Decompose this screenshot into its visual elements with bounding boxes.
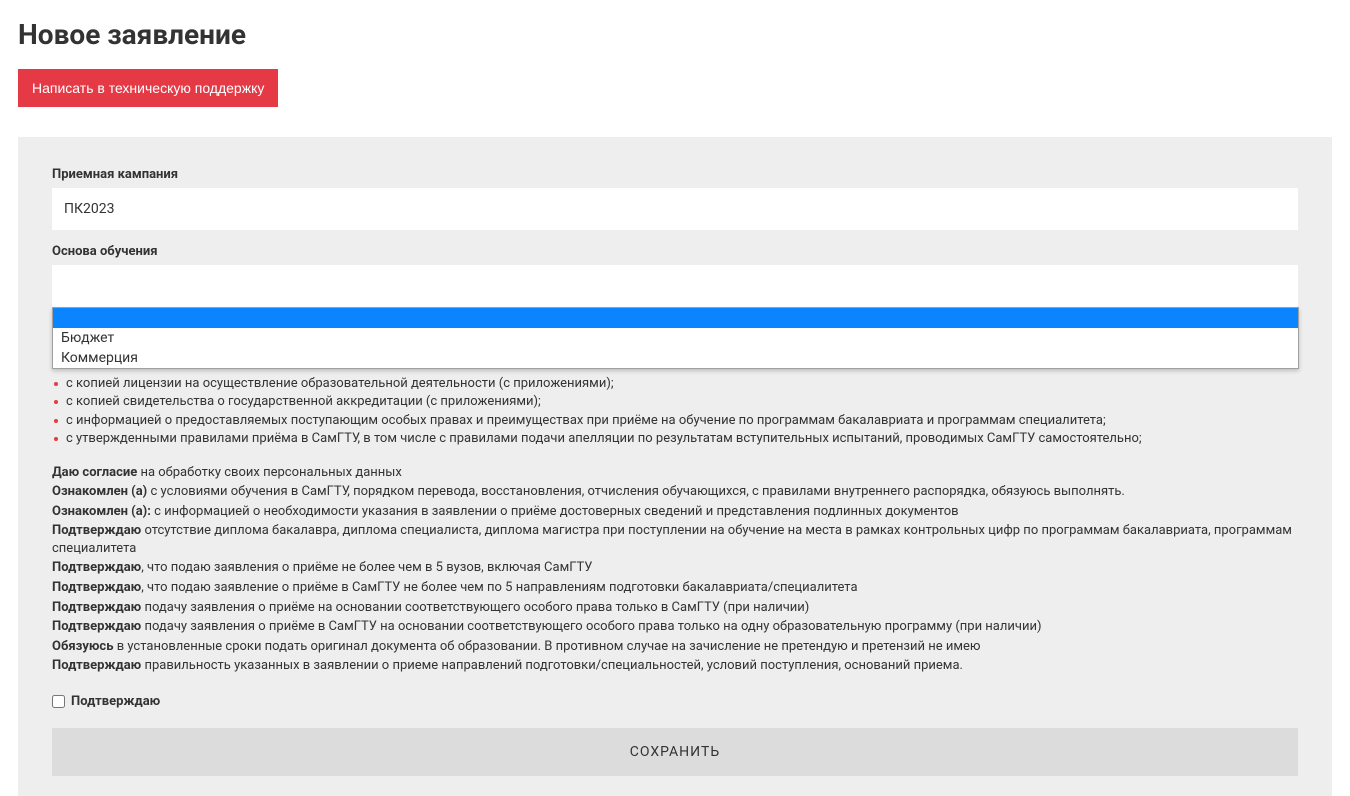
save-button[interactable]: СОХРАНИТЬ — [52, 728, 1298, 776]
basis-option-budget[interactable]: Бюджет — [53, 328, 1298, 348]
bullet-item: с копией лицензии на осуществление образ… — [52, 375, 1298, 393]
consent-item: Подтверждаю, что подаю заявления о приём… — [52, 559, 1298, 577]
tech-support-button[interactable]: Написать в техническую поддержку — [18, 69, 278, 107]
bullet-item: с утвержденными правилами приёма в СамГТ… — [52, 430, 1298, 448]
consent-item: Ознакомлен (а): с информацией о необходи… — [52, 503, 1298, 521]
confirm-checkbox[interactable] — [52, 695, 65, 708]
consent-item: Подтверждаю, что подаю заявление о приём… — [52, 579, 1298, 597]
consent-item: Подтверждаю подачу заявления о приёме в … — [52, 618, 1298, 636]
consent-item: Обязуюсь в установленные сроки подать ор… — [52, 638, 1298, 656]
campaign-select[interactable]: ПК2023 — [52, 188, 1298, 230]
basis-option-commerce[interactable]: Коммерция — [53, 348, 1298, 368]
bullet-item: с копией свидетельства о государственной… — [52, 393, 1298, 411]
info-section: Ознакомлен (а): с копией лицензии на осу… — [52, 353, 1298, 776]
consent-item: Подтверждаю отсутствие диплома бакалавра… — [52, 522, 1298, 557]
basis-select[interactable] — [52, 265, 1298, 307]
consent-item: Даю согласие на обработку своих персонал… — [52, 464, 1298, 482]
bullet-item: с информацией о предоставляемых поступаю… — [52, 412, 1298, 430]
basis-label: Основа обучения — [52, 244, 1298, 259]
confirm-row: Подтверждаю — [52, 693, 1298, 711]
consent-item: Подтверждаю правильность указанных в зая… — [52, 657, 1298, 675]
application-form-panel: Приемная кампания ПК2023 Основа обучения… — [18, 137, 1332, 796]
consent-item: Ознакомлен (а) с условиями обучения в Са… — [52, 483, 1298, 501]
campaign-label: Приемная кампания — [52, 167, 1298, 182]
basis-dropdown-menu: Бюджет Коммерция — [52, 307, 1299, 369]
basis-option-blank[interactable] — [53, 308, 1298, 328]
familiar-bullets: с копией лицензии на осуществление образ… — [52, 375, 1298, 448]
page-title: Новое заявление — [18, 18, 1332, 51]
confirm-label: Подтверждаю — [71, 693, 160, 711]
consent-list: Даю согласие на обработку своих персонал… — [52, 464, 1298, 675]
consent-item: Подтверждаю подачу заявления о приёме на… — [52, 599, 1298, 617]
